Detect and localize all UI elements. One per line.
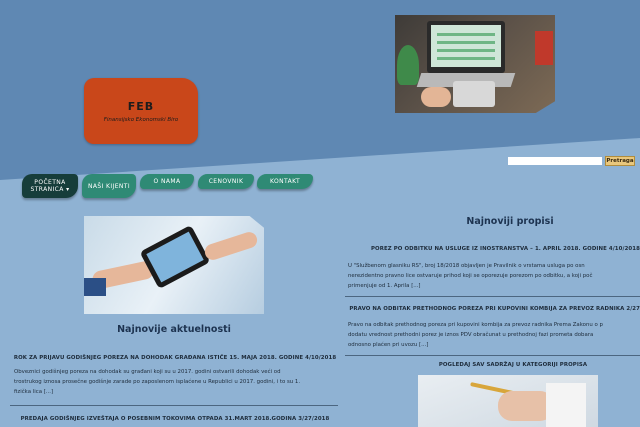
sleeve-shape bbox=[546, 383, 586, 427]
nav-item-pocetna[interactable]: POČETNA STRANICA ▾ bbox=[22, 174, 78, 198]
nav-item-o-nama[interactable]: O NAMA bbox=[140, 174, 194, 189]
regulation-item-title[interactable]: PRAVO NA ODBITAK PRETHODNOG POREZA PRI K… bbox=[345, 306, 640, 312]
site-logo[interactable]: FEB Finansijsko Ekonomski Biro bbox=[84, 78, 198, 144]
search-button[interactable]: Pretraga bbox=[605, 156, 635, 166]
tablet-photo bbox=[84, 216, 264, 314]
plant-shape bbox=[397, 45, 419, 85]
regulation-item-title[interactable]: POREZ PO ODBITKU NA USLUGE IZ INOSTRANST… bbox=[345, 246, 640, 252]
text-line: dodatu vrednost prethodni porez je iznos… bbox=[348, 332, 594, 338]
news-item-text: Obveznici godišnjeg poreza na dohodak su… bbox=[14, 367, 340, 397]
hand-pen-photo bbox=[418, 375, 598, 427]
nav-item-nasi-kijenti[interactable]: NAŠI KIJENTI bbox=[82, 174, 136, 198]
logo-subtitle: Finansijsko Ekonomski Biro bbox=[103, 117, 179, 123]
divider bbox=[345, 296, 640, 297]
text-line: nerezidentno pravno lice ostvaruje priho… bbox=[348, 273, 593, 279]
text-line: U "Službenom glasniku RS", broj 18/2018 … bbox=[348, 263, 585, 269]
header-photo-laptop-calculator bbox=[395, 15, 555, 113]
hand-shape bbox=[202, 230, 260, 262]
regulation-item-text: Pravo na odbitak prethodnog poreza pri k… bbox=[348, 320, 640, 350]
laptop-screen bbox=[431, 25, 501, 67]
text-line: fizička lica [...] bbox=[14, 389, 54, 395]
text-line: Pravo na odbitak prethodnog poreza pri k… bbox=[348, 322, 603, 328]
sleeve-shape bbox=[84, 278, 106, 296]
regulation-item-text: U "Službenom glasniku RS", broj 18/2018 … bbox=[348, 261, 640, 291]
text-line: trostrukog iznosa prosečne godišnje zara… bbox=[14, 379, 301, 385]
news-item-title[interactable]: PREDAJA GODIŠNJEG IZVEŠTAJA O POSEBNIM T… bbox=[10, 416, 340, 422]
nav-item-cenovnik[interactable]: CENOVNIK bbox=[198, 174, 254, 189]
divider bbox=[10, 405, 338, 406]
book-shape bbox=[535, 31, 553, 65]
divider bbox=[345, 355, 640, 356]
laptop-shape bbox=[427, 21, 505, 73]
view-all-link[interactable]: POGLEDAJ SAV SADRŽAJ U KATEGORIJI PROPIS… bbox=[418, 362, 608, 368]
hand-shape bbox=[421, 87, 451, 107]
logo-title: FEB bbox=[127, 100, 155, 113]
nav-item-kontakt[interactable]: KONTAKT bbox=[257, 174, 313, 189]
text-line: odnosno plaćen pri uvozu [...] bbox=[348, 342, 429, 348]
news-heading: Najnovije aktuelnosti bbox=[117, 324, 231, 335]
regulations-heading: Najnoviji propisi bbox=[466, 216, 554, 227]
search-input[interactable] bbox=[508, 157, 602, 165]
text-line: primenjuje od 1. Aprila [...] bbox=[348, 283, 421, 289]
text-line: Obveznici godišnjeg poreza na dohodak su… bbox=[14, 369, 281, 375]
calculator-shape bbox=[453, 81, 495, 107]
news-item-title[interactable]: ROK ZA PRIJAVU GODIŠNJEG POREZA NA DOHOD… bbox=[10, 355, 340, 361]
tablet-shape bbox=[139, 224, 211, 290]
